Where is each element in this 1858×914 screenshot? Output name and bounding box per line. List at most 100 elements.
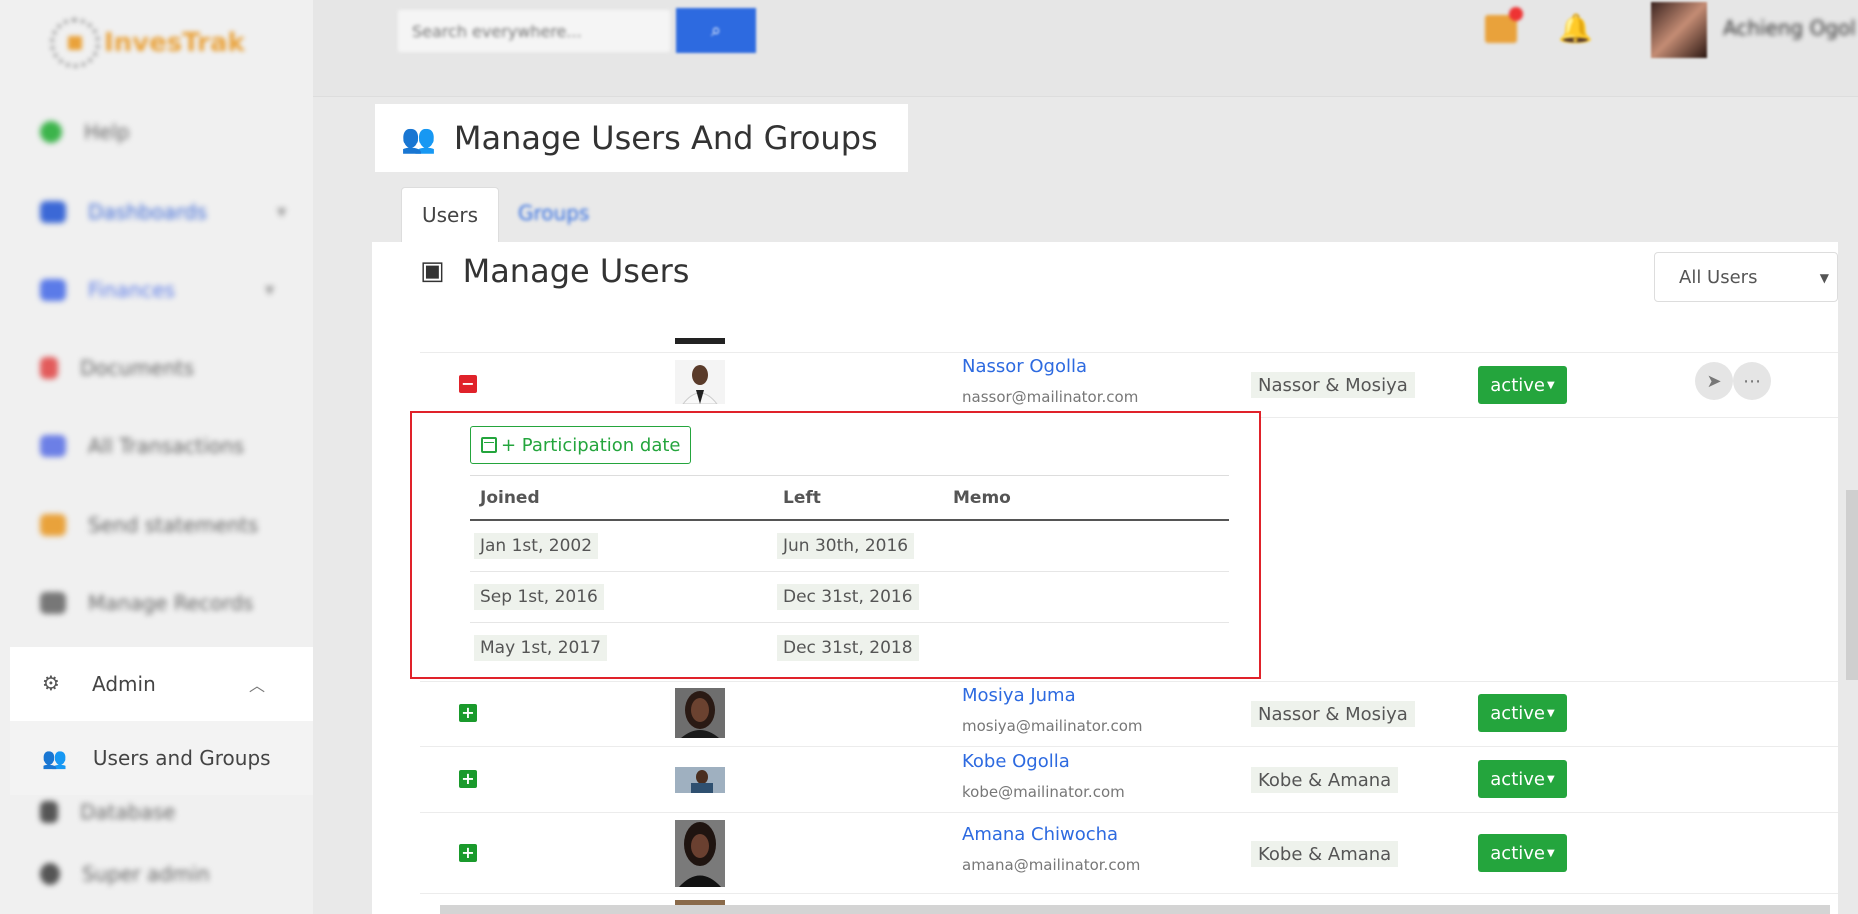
expand-row-button[interactable]: + [459, 704, 477, 722]
brand-logo[interactable]: InvesTrak [50, 18, 245, 68]
user-photo [675, 338, 725, 344]
finances-icon [40, 279, 66, 301]
more-options-button[interactable]: ⋯ [1733, 362, 1771, 400]
page-header: 👥 Manage Users And Groups [375, 104, 908, 172]
filter-value: All Users [1679, 266, 1758, 288]
left-date[interactable]: Dec 31st, 2016 [777, 584, 919, 610]
notification-badge [1509, 7, 1523, 21]
sidebar-item-label: Admin [92, 672, 156, 696]
column-header-joined: Joined [480, 488, 540, 508]
sidebar-item-label: Finances [88, 278, 175, 302]
group-badge: Nassor & Mosiya [1251, 701, 1415, 727]
column-header-left: Left [783, 488, 821, 508]
sidebar-item-admin[interactable]: ⚙ Admin ︿ [10, 647, 313, 721]
status-dropdown-button[interactable]: active ▼ [1478, 694, 1567, 732]
add-participation-date-button[interactable]: + Participation date [470, 426, 692, 464]
user-photo [675, 767, 725, 793]
sidebar-item-statements[interactable]: Send statements [40, 513, 258, 537]
joined-date[interactable]: Jan 1st, 2002 [474, 533, 599, 559]
caret-down-icon: ▼ [1547, 847, 1555, 859]
table-row: Sep 1st, 2016 Dec 31st, 2016 [470, 572, 1229, 623]
mail-icon[interactable] [1485, 7, 1523, 43]
tab-groups[interactable]: Groups [518, 201, 589, 225]
caret-down-icon: ▼ [1547, 379, 1555, 391]
avatar[interactable] [1651, 2, 1707, 58]
status-label: active [1490, 702, 1545, 724]
bell-icon[interactable]: 🔔 [1558, 12, 1593, 46]
participation-panel: + Participation date Joined Left Memo Ja… [410, 411, 1261, 679]
gears-icon: ⚙ [42, 671, 60, 695]
search-icon: ⌕ [710, 20, 722, 40]
user-name-link[interactable]: Kobe Ogolla [962, 751, 1070, 772]
table-header: Joined Left Memo [470, 475, 1229, 521]
sidebar-item-label: Super admin [82, 862, 210, 886]
sidebar-item-finances[interactable]: Finances ▼ [40, 278, 274, 302]
table-divider [420, 812, 1838, 813]
shield-icon [40, 863, 60, 885]
sidebar-item-label: Manage Records [88, 591, 254, 615]
sidebar-item-label: Send statements [88, 513, 259, 537]
sidebar: InvesTrak Help Dashboards ▼ Finances ▼ D… [0, 0, 313, 914]
user-email: kobe@mailinator.com [962, 783, 1125, 801]
sidebar-item-super-admin[interactable]: Super admin [40, 862, 210, 886]
user-filter-select[interactable]: All Users ▼ [1654, 252, 1838, 302]
status-label: active [1490, 768, 1545, 790]
help-icon [40, 121, 62, 143]
user-name-link[interactable]: Mosiya Juma [962, 685, 1076, 706]
records-icon [40, 592, 66, 614]
tab-users[interactable]: Users [401, 187, 499, 242]
sidebar-item-database[interactable]: Database [40, 800, 175, 824]
sidebar-item-documents[interactable]: Documents [40, 356, 194, 380]
sidebar-item-label: Users and Groups [92, 746, 271, 770]
column-header-memo: Memo [953, 488, 1011, 508]
status-label: active [1490, 842, 1545, 864]
send-icon: ➤ [1706, 370, 1722, 392]
sidebar-item-help[interactable]: Help [40, 120, 130, 144]
more-horizontal-icon: ⋯ [1743, 370, 1761, 392]
status-dropdown-button[interactable]: active ▼ [1478, 834, 1567, 872]
table-divider [420, 681, 1838, 682]
user-photo [675, 820, 725, 887]
chevron-down-icon: ▼ [264, 283, 275, 297]
contact-card-icon: ▣ [420, 256, 445, 286]
table-row: May 1st, 2017 Dec 31st, 2018 [470, 623, 1229, 674]
sidebar-item-label: Help [84, 120, 130, 144]
horizontal-scrollbar[interactable] [440, 905, 1830, 914]
brand-name: InvesTrak [104, 28, 245, 58]
search-button[interactable]: ⌕ [676, 8, 756, 53]
send-button[interactable]: ➤ [1695, 362, 1733, 400]
left-date[interactable]: Jun 30th, 2016 [777, 533, 915, 559]
current-user-name[interactable]: Achieng Ogol [1723, 16, 1856, 40]
participation-table: Joined Left Memo Jan 1st, 2002 Jun 30th,… [470, 475, 1229, 674]
table-divider [420, 893, 1838, 894]
table-divider [420, 352, 1838, 353]
user-email: amana@mailinator.com [962, 856, 1141, 874]
search-input[interactable] [398, 10, 670, 52]
user-email: nassor@mailinator.com [962, 388, 1139, 406]
sidebar-item-dashboards[interactable]: Dashboards ▼ [40, 200, 286, 224]
user-name-link[interactable]: Amana Chiwocha [962, 824, 1118, 845]
user-photo [675, 360, 725, 404]
expand-row-button[interactable]: + [459, 770, 477, 788]
status-dropdown-button[interactable]: active ▼ [1478, 760, 1567, 798]
left-date[interactable]: Dec 31st, 2018 [777, 635, 919, 661]
list-icon [40, 435, 66, 457]
user-photo [675, 688, 725, 738]
joined-date[interactable]: May 1st, 2017 [474, 635, 607, 661]
vertical-scrollbar[interactable] [1846, 490, 1858, 680]
chevron-down-icon: ▼ [276, 205, 287, 219]
expand-row-button[interactable]: + [459, 844, 477, 862]
sidebar-item-records[interactable]: Manage Records [40, 591, 253, 615]
joined-date[interactable]: Sep 1st, 2016 [474, 584, 604, 610]
button-label: + Participation date [501, 434, 681, 456]
sidebar-item-transactions[interactable]: All Transactions [40, 434, 244, 458]
top-bar: ⌕ 🔔 Achieng Ogol [313, 0, 1858, 97]
group-badge: Kobe & Amana [1251, 767, 1399, 793]
collapse-row-button[interactable]: − [459, 375, 477, 393]
sidebar-item-users-groups[interactable]: 👥 Users and Groups [10, 721, 313, 795]
status-dropdown-button[interactable]: active ▼ [1478, 366, 1567, 404]
user-name-link[interactable]: Nassor Ogolla [962, 356, 1087, 377]
status-label: active [1490, 374, 1545, 396]
sidebar-item-label: Dashboards [88, 200, 207, 224]
table-divider [420, 746, 1838, 747]
